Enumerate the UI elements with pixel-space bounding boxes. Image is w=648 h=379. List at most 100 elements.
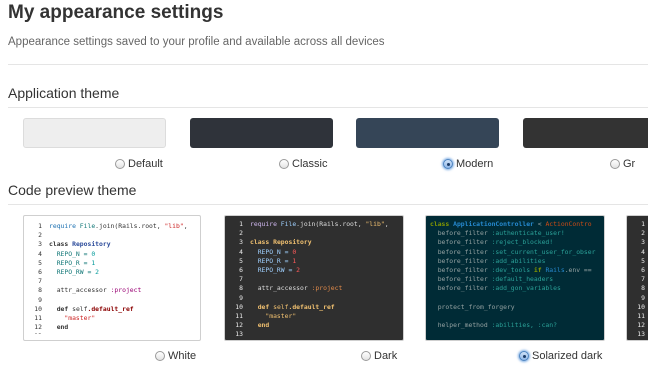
- line-number: 3: [239, 238, 243, 247]
- line-number: 11: [235, 311, 243, 320]
- code-line: 10 def self.default_ref: [229, 303, 399, 312]
- line-number: 2: [239, 229, 243, 238]
- theme-swatch-classic[interactable]: [190, 118, 333, 148]
- theme-swatch-gray[interactable]: [523, 118, 648, 148]
- code-line: before_filter :default_headers: [430, 275, 600, 284]
- code-text: REPO_R = 1: [250, 256, 297, 265]
- line-number: 1: [641, 220, 645, 228]
- code-line: 3class Repository: [631, 238, 648, 247]
- code-preview-partial[interactable]: 1require File.join(Rails.root, "lib",23c…: [626, 215, 648, 341]
- code-text: REPO_N = 0: [49, 249, 96, 258]
- radio-button-icon: [155, 351, 165, 361]
- code-text: before_filter :add_abilities: [430, 256, 546, 265]
- code-line: 13: [229, 330, 399, 336]
- code-preview-solarized-dark[interactable]: class ApplicationController < ActionCont…: [425, 215, 605, 341]
- radio-code-white[interactable]: White: [155, 350, 196, 362]
- line-number: 10: [235, 302, 243, 311]
- code-line: 3class Repository: [28, 240, 200, 249]
- line-number: 3: [641, 238, 645, 247]
- code-line: 8 attr_accessor :project: [631, 284, 648, 293]
- line-number: 7: [239, 275, 243, 284]
- code-line: class ApplicationController < ActionCont…: [430, 220, 600, 229]
- page-title: My appearance settings: [8, 2, 224, 23]
- code-line: before_filter :add_abilities: [430, 257, 600, 266]
- code-line: 10 def self.default_ref: [28, 305, 200, 314]
- line-number: 10: [637, 302, 645, 311]
- code-line: 9: [28, 296, 200, 305]
- theme-swatch-modern[interactable]: [356, 118, 499, 148]
- divider: [8, 64, 648, 65]
- code-line: 7: [229, 275, 399, 284]
- code-block: class ApplicationController < ActionCont…: [430, 220, 600, 336]
- line-number: 1: [38, 222, 42, 230]
- line-number: 4: [239, 247, 243, 256]
- code-line: 11 "master": [28, 314, 200, 323]
- radio-theme-gray[interactable]: Gr: [610, 158, 635, 170]
- code-line: 7: [28, 277, 200, 286]
- code-line: 5 REPO_R = 1: [631, 257, 648, 266]
- code-line: 8 attr_accessor :project: [229, 284, 399, 293]
- line-number: 11: [637, 311, 645, 320]
- code-block: 1require File.join(Rails.root, "lib",23c…: [631, 220, 648, 336]
- code-text: end: [49, 323, 69, 332]
- line-number: 10: [34, 304, 42, 313]
- line-number: 1: [239, 220, 243, 228]
- line-number: 9: [239, 293, 243, 302]
- radio-theme-classic[interactable]: Classic: [279, 158, 327, 170]
- radio-button-icon: [361, 351, 371, 361]
- code-text: class ApplicationController < ActionCont…: [430, 220, 592, 228]
- code-line: 7: [631, 275, 648, 284]
- code-text: def self.default_ref: [250, 302, 335, 311]
- code-preview-white[interactable]: 1 require File.join(Rails.root, "lib", 2 3 c…: [23, 215, 201, 341]
- line-number: 12: [34, 323, 42, 332]
- code-preview-theme-heading: Code preview theme: [8, 182, 137, 198]
- code-line: 6 REPO_RW = 2: [631, 266, 648, 275]
- code-line: 13: [28, 332, 200, 334]
- code-text: REPO_RW = 2: [250, 265, 301, 274]
- code-block: 1 require File.join(Rails.root, "lib",23c…: [28, 222, 200, 334]
- line-number: 2: [641, 229, 645, 238]
- code-line: 10 def self.default_ref: [631, 303, 648, 312]
- code-text: require File.join(Rails.root, "lib",: [49, 222, 188, 230]
- radio-theme-default[interactable]: Default: [115, 158, 163, 170]
- line-number: 7: [38, 277, 42, 286]
- code-line: protect_from_forgery: [430, 303, 600, 312]
- page-subtitle: Appearance settings saved to your profil…: [8, 36, 385, 48]
- radio-label: Modern: [456, 158, 494, 170]
- line-number: 4: [641, 247, 645, 256]
- code-line: 9: [631, 294, 648, 303]
- line-number: 13: [235, 330, 243, 336]
- line-number: 6: [641, 265, 645, 274]
- line-number: 13: [637, 330, 645, 336]
- code-line: 4 REPO_N = 0: [28, 250, 200, 259]
- code-text: before_filter :reject_blocked!: [430, 238, 554, 247]
- line-number: 4: [38, 249, 42, 258]
- line-number: 11: [34, 313, 42, 322]
- code-text: attr_accessor :project: [49, 286, 142, 295]
- theme-swatch-default[interactable]: [23, 118, 166, 148]
- code-text: before_filter :dev_tools if Rails.env ==: [430, 265, 592, 274]
- radio-button-icon: [610, 159, 620, 169]
- radio-code-solarized-dark[interactable]: Solarized dark: [519, 350, 602, 362]
- code-preview-dark[interactable]: 1 require File.join(Rails.root, "lib", 2 3 c…: [224, 215, 404, 341]
- code-text: "master": [250, 311, 297, 320]
- code-line: 2: [28, 231, 200, 240]
- line-number: 8: [38, 286, 42, 295]
- code-text: attr_accessor :project: [250, 284, 343, 293]
- divider: [8, 107, 648, 108]
- code-text: def self.default_ref: [49, 304, 134, 313]
- code-line: 12 end: [631, 321, 648, 330]
- radio-theme-modern[interactable]: Modern: [443, 158, 493, 170]
- code-line: before_filter :reject_blocked!: [430, 238, 600, 247]
- radio-button-icon: [279, 159, 289, 169]
- code-line: 12 end: [28, 323, 200, 332]
- radio-code-dark[interactable]: Dark: [361, 350, 397, 362]
- line-number: 7: [641, 275, 645, 284]
- code-text: REPO_R = 1: [49, 258, 96, 267]
- line-number: 9: [38, 295, 42, 304]
